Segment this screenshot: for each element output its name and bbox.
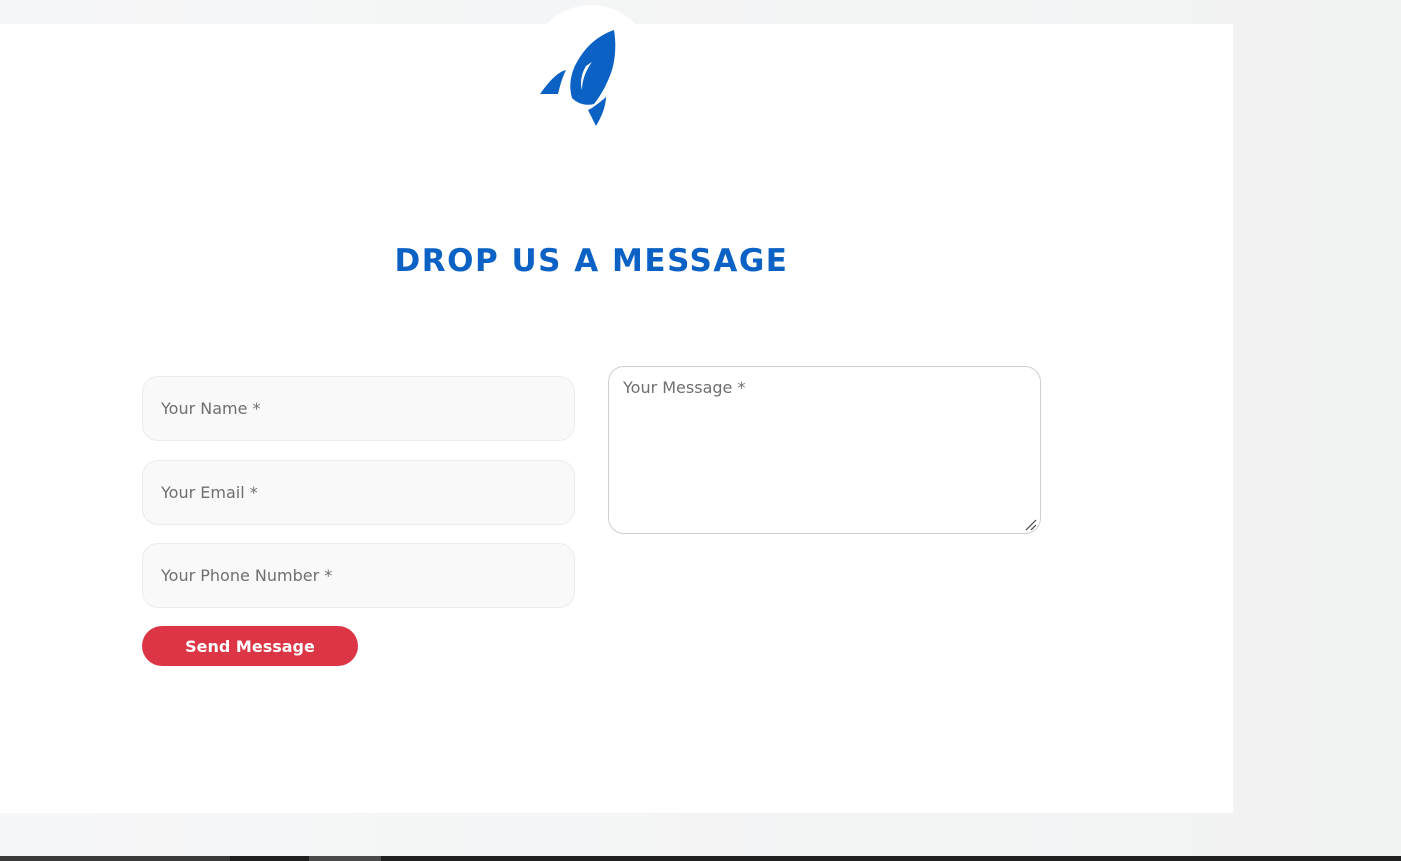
page: DROP US A MESSAGE Send Message xyxy=(0,0,1401,861)
message-field[interactable] xyxy=(608,366,1041,534)
section-title: DROP US A MESSAGE xyxy=(394,243,789,279)
taskbar-segment xyxy=(309,856,381,861)
taskbar-segment xyxy=(0,856,230,861)
rocket-icon xyxy=(540,30,616,126)
name-field[interactable] xyxy=(142,376,575,441)
send-message-button[interactable]: Send Message xyxy=(142,626,358,666)
email-field[interactable] xyxy=(142,460,575,525)
taskbar-strip xyxy=(0,856,1401,861)
resize-grip-icon[interactable] xyxy=(1024,518,1038,532)
phone-field[interactable] xyxy=(142,543,575,608)
